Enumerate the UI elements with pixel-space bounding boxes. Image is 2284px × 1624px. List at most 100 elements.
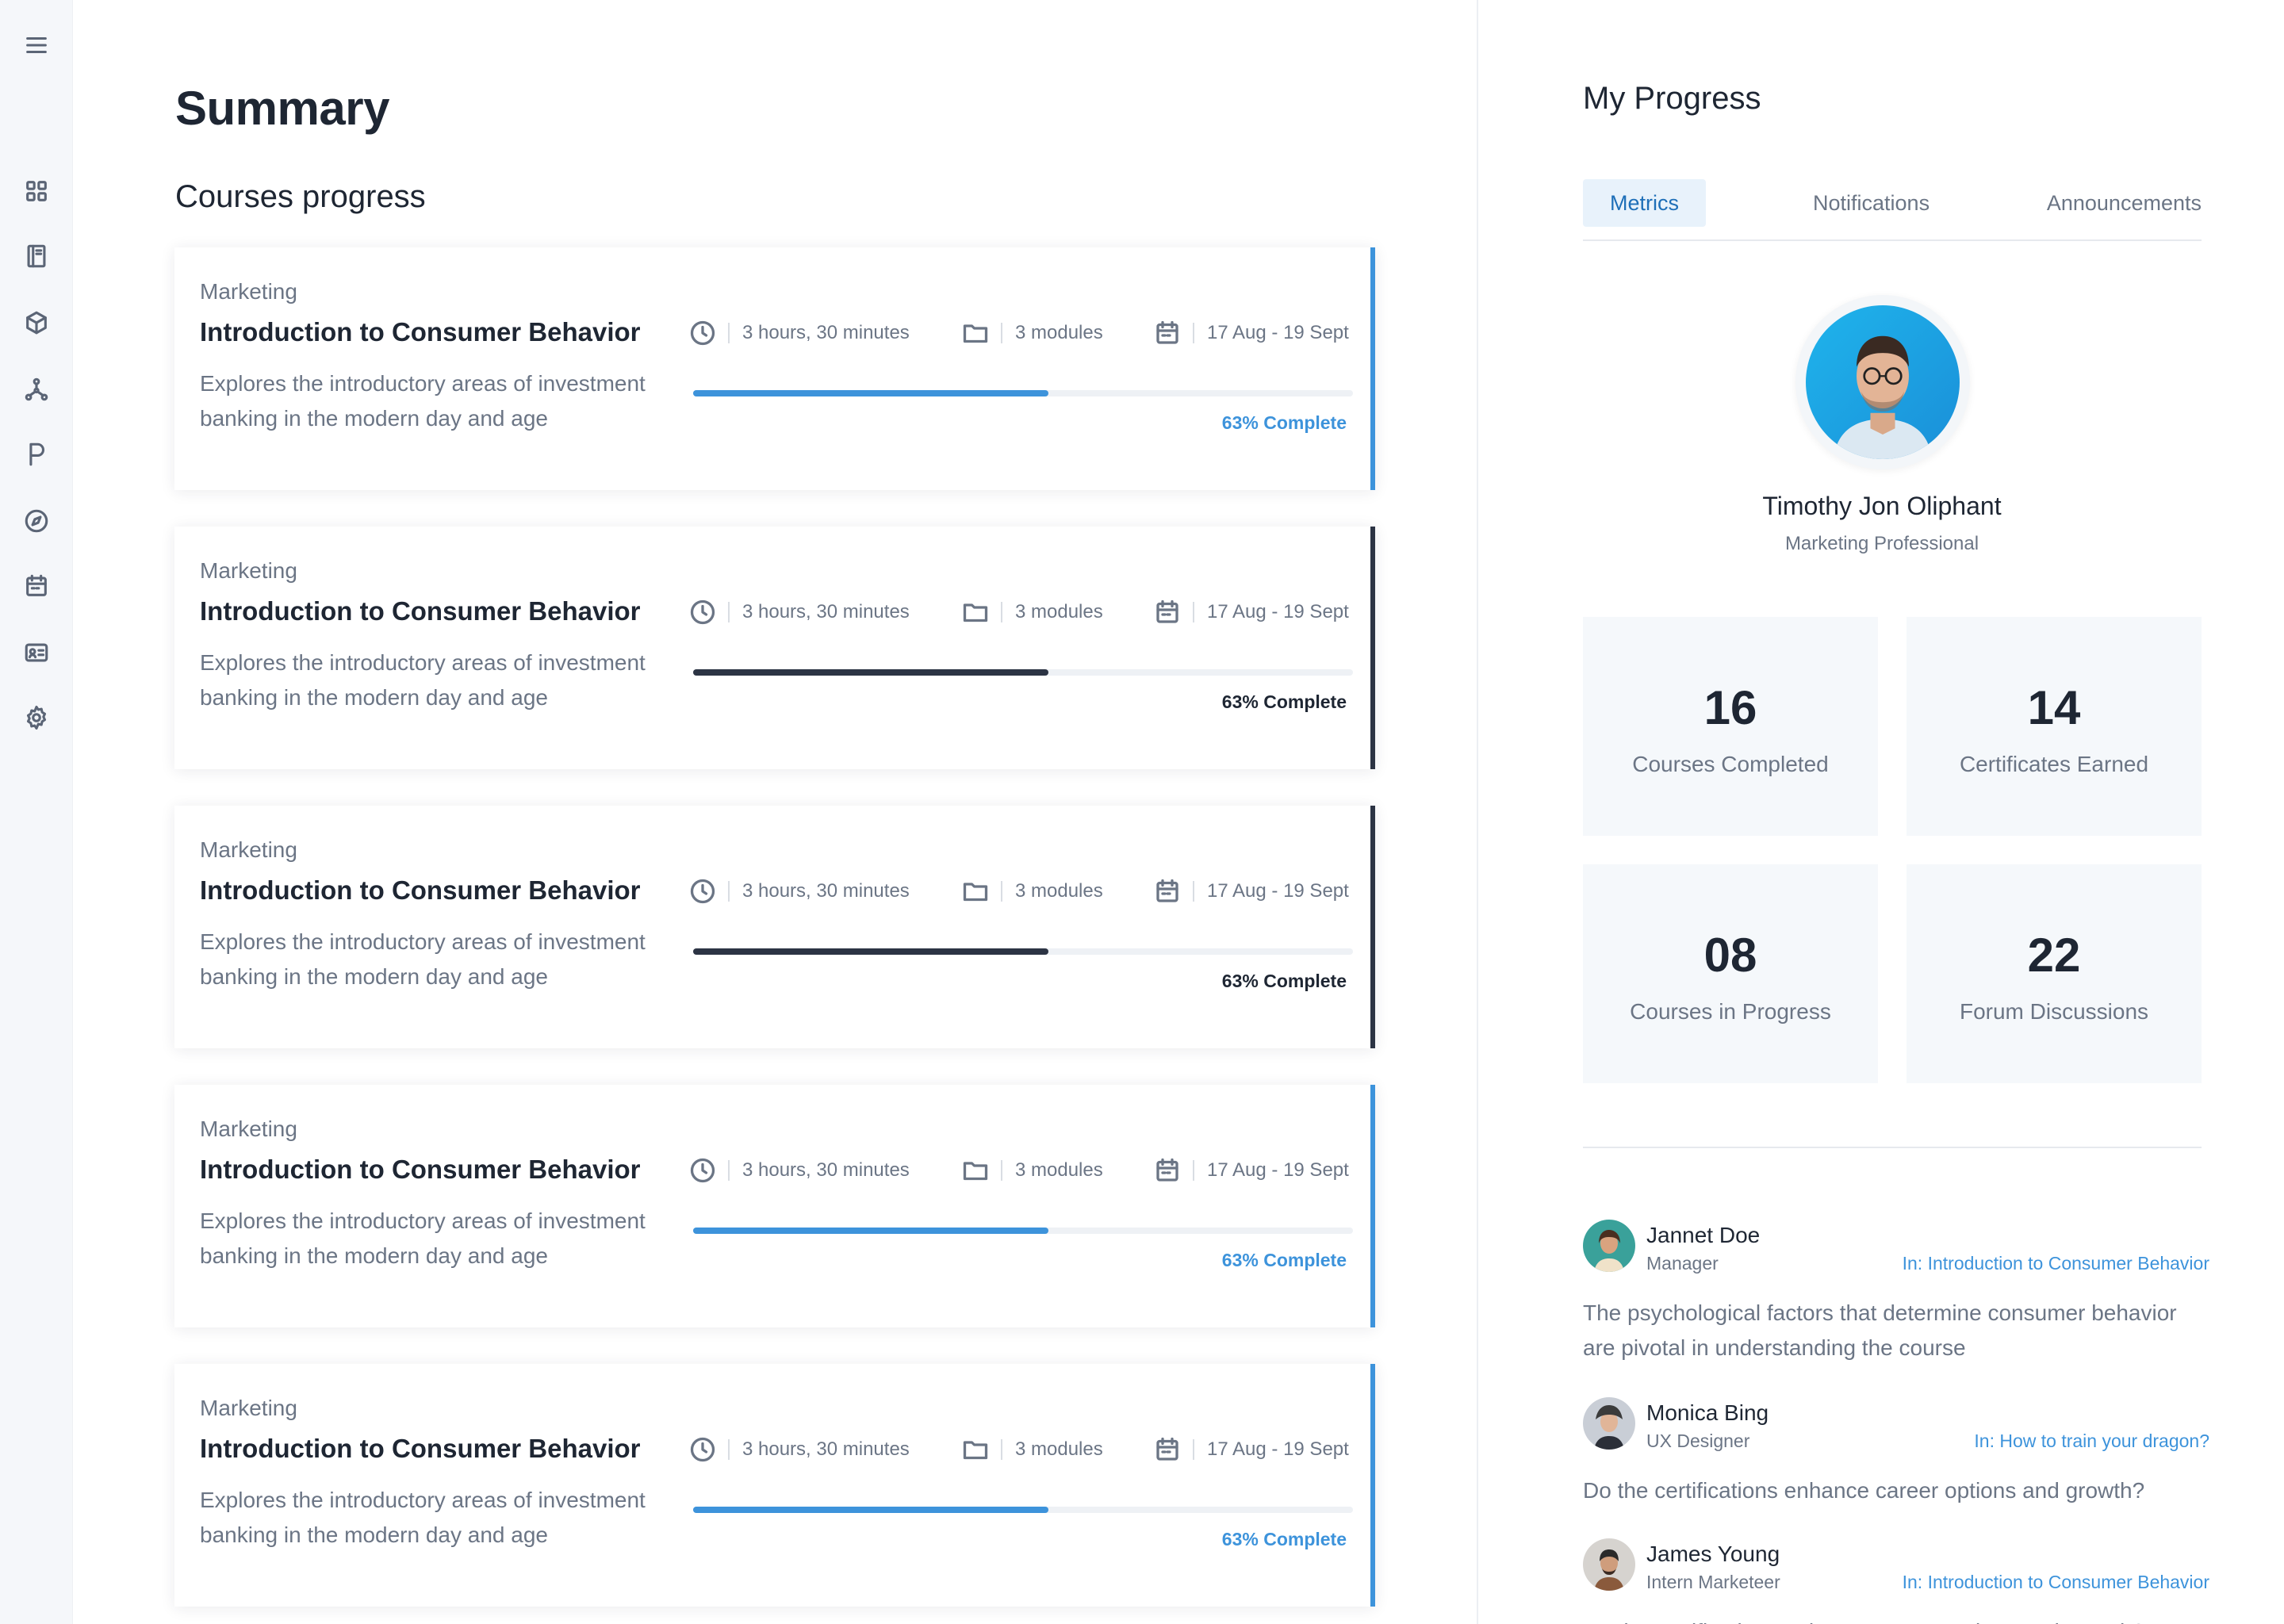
avatar[interactable] xyxy=(1806,305,1960,459)
clock-icon xyxy=(690,879,715,904)
compass-icon[interactable] xyxy=(21,506,52,536)
course-duration: 3 hours, 30 minutes xyxy=(688,319,910,347)
course-title[interactable]: Introduction to Consumer Behavior xyxy=(200,875,641,906)
clock-icon xyxy=(690,1158,715,1183)
course-title[interactable]: Introduction to Consumer Behavior xyxy=(200,1155,641,1185)
discussion-author: Monica Bing xyxy=(1646,1400,1769,1425)
progress-fill xyxy=(693,669,1048,676)
discussion-text: Do the certifications enhance career opt… xyxy=(1583,1478,2145,1503)
discussion-item[interactable]: James Young Intern Marketeer In: Introdu… xyxy=(1583,1538,2209,1624)
discussion-text: Do the certifications enhance career opt… xyxy=(1583,1614,2209,1624)
stat-value: 22 xyxy=(2027,929,2081,982)
discussion-author: Jannet Doe xyxy=(1646,1223,1761,1247)
dates-text: 17 Aug - 19 Sept xyxy=(1207,1159,1349,1181)
course-dates: 17 Aug - 19 Sept xyxy=(1153,1435,1349,1464)
stat-label: Forum Discussions xyxy=(1959,999,2149,1024)
course-title[interactable]: Introduction to Consumer Behavior xyxy=(200,1434,641,1464)
dates-text: 17 Aug - 19 Sept xyxy=(1207,322,1349,343)
calendar-icon xyxy=(1156,599,1178,623)
discussion-role: Manager xyxy=(1646,1253,1719,1274)
calendar-icon xyxy=(1156,320,1178,344)
course-title[interactable]: Introduction to Consumer Behavior xyxy=(200,317,641,347)
modules-text: 3 modules xyxy=(1015,322,1103,343)
duration-text: 3 hours, 30 minutes xyxy=(742,880,910,902)
stat-certificates-earned: 14 Certificates Earned xyxy=(1907,617,2202,836)
course-dates: 17 Aug - 19 Sept xyxy=(1153,319,1349,347)
profile-role: Marketing Professional xyxy=(1784,533,1979,554)
panel-title: My Progress xyxy=(1583,81,1761,116)
modules-text: 3 modules xyxy=(1015,601,1103,622)
progress-bar xyxy=(693,948,1353,955)
course-modules: 3 modules xyxy=(961,1156,1103,1185)
id-card-icon[interactable] xyxy=(21,638,52,668)
progress-label: 63% Complete xyxy=(1221,1250,1347,1270)
avatar[interactable] xyxy=(1583,1220,1635,1272)
course-duration: 3 hours, 30 minutes xyxy=(688,1156,910,1185)
stat-label: Courses in Progress xyxy=(1630,999,1831,1024)
discussion-text: The psychological factors that determine… xyxy=(1583,1300,2177,1360)
profile-name: Timothy Jon Oliphant xyxy=(1762,492,2002,520)
discussion-course-link[interactable]: In: Introduction to Consumer Behavior xyxy=(1903,1253,2209,1274)
folder-icon xyxy=(963,1441,988,1460)
calendar-icon xyxy=(1156,1158,1178,1182)
progress-bar xyxy=(693,1507,1353,1513)
course-duration: 3 hours, 30 minutes xyxy=(688,877,910,906)
settings-icon[interactable] xyxy=(21,703,52,733)
course-modules: 3 modules xyxy=(961,877,1103,906)
duration-text: 3 hours, 30 minutes xyxy=(742,1159,910,1181)
folder-icon xyxy=(963,603,988,622)
tab-notifications[interactable]: Notifications xyxy=(1813,179,1930,227)
section-title: Courses progress xyxy=(175,179,426,214)
dates-text: 17 Aug - 19 Sept xyxy=(1207,1438,1349,1460)
calendar-icon xyxy=(1156,879,1178,902)
course-title[interactable]: Introduction to Consumer Behavior xyxy=(200,596,641,626)
p-letter-icon[interactable] xyxy=(21,439,52,469)
modules-text: 3 modules xyxy=(1015,880,1103,902)
course-description: Explores the introductory areas of inves… xyxy=(200,929,646,989)
course-category: Marketing xyxy=(200,837,297,862)
progress-fill xyxy=(693,1228,1048,1234)
course-card[interactable]: Marketing Introduction to Consumer Behav… xyxy=(174,247,1375,490)
discussion-role: UX Designer xyxy=(1646,1431,1750,1451)
avatar[interactable] xyxy=(1583,1538,1635,1591)
progress-label: 63% Complete xyxy=(1221,1529,1347,1549)
course-description: Explores the introductory areas of inves… xyxy=(200,1488,646,1547)
progress-bar xyxy=(693,669,1353,676)
tab-announcements[interactable]: Announcements xyxy=(2047,179,2202,227)
duration-text: 3 hours, 30 minutes xyxy=(742,1438,910,1460)
discussion-course-link[interactable]: In: How to train your dragon? xyxy=(1974,1431,2209,1452)
progress-fill xyxy=(693,1507,1048,1513)
dashboard-icon[interactable] xyxy=(21,176,52,206)
menu-icon[interactable] xyxy=(21,30,52,60)
discussion-course-link[interactable]: In: Introduction to Consumer Behavior xyxy=(1903,1572,2209,1593)
cube-icon[interactable] xyxy=(21,308,52,338)
dates-text: 17 Aug - 19 Sept xyxy=(1207,601,1349,622)
course-modules: 3 modules xyxy=(961,598,1103,626)
folder-icon xyxy=(963,883,988,902)
course-card[interactable]: Marketing Introduction to Consumer Behav… xyxy=(174,806,1375,1048)
progress-label: 63% Complete xyxy=(1221,971,1347,991)
tab-metrics[interactable]: Metrics xyxy=(1583,179,1706,227)
progress-fill xyxy=(693,948,1048,955)
avatar[interactable] xyxy=(1583,1397,1635,1450)
course-card[interactable]: Marketing Introduction to Consumer Behav… xyxy=(174,1364,1375,1607)
discussion-item[interactable]: Monica Bing UX Designer In: How to train… xyxy=(1583,1397,2209,1508)
discussion-item[interactable]: Jannet Doe Manager In: Introduction to C… xyxy=(1583,1220,2209,1378)
modules-text: 3 modules xyxy=(1015,1438,1103,1460)
page-title: Summary xyxy=(175,82,389,135)
progress-bar xyxy=(693,390,1353,396)
calendar-icon xyxy=(1156,1437,1178,1461)
folder-icon xyxy=(963,324,988,343)
course-category: Marketing xyxy=(200,1116,297,1141)
modules-text: 3 modules xyxy=(1015,1159,1103,1181)
calendar-icon[interactable] xyxy=(21,571,52,601)
course-category: Marketing xyxy=(200,279,297,304)
clock-icon xyxy=(690,320,715,346)
book-icon[interactable] xyxy=(21,241,52,271)
course-card[interactable]: Marketing Introduction to Consumer Behav… xyxy=(174,1085,1375,1327)
course-card[interactable]: Marketing Introduction to Consumer Behav… xyxy=(174,527,1375,769)
network-icon[interactable] xyxy=(21,374,52,404)
sidebar xyxy=(0,0,73,1624)
stat-value: 14 xyxy=(2027,681,2081,734)
discussion-role: Intern Marketeer xyxy=(1646,1572,1780,1592)
